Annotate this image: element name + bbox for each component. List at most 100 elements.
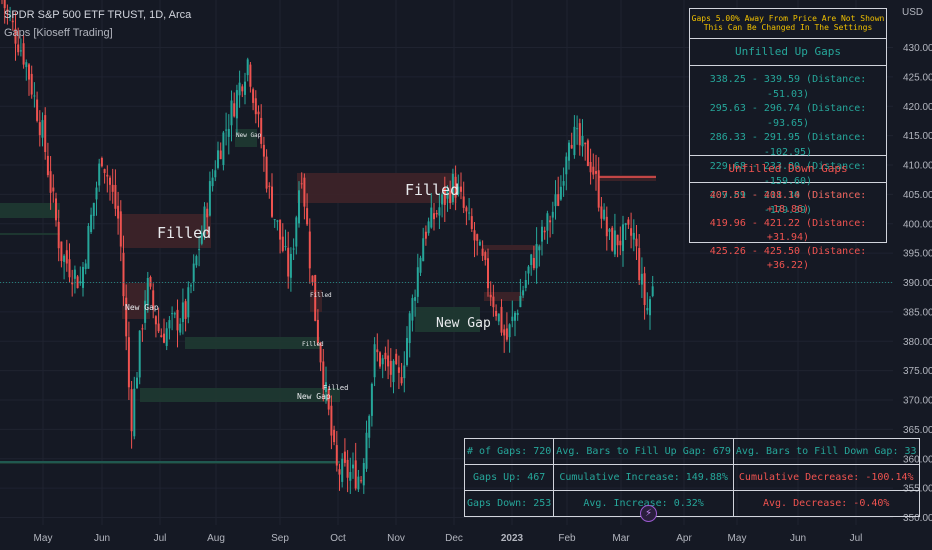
candle-body bbox=[241, 86, 244, 92]
candle-body bbox=[190, 285, 192, 287]
y-tick-label: 405.00 bbox=[903, 190, 932, 201]
candle-body bbox=[184, 301, 187, 319]
candle-body bbox=[87, 225, 90, 269]
y-tick-label: 365.00 bbox=[903, 425, 932, 436]
candle-body bbox=[395, 353, 398, 365]
candle-body bbox=[157, 323, 160, 332]
gap-zone-label: Filled bbox=[302, 341, 324, 348]
candle-body bbox=[624, 223, 627, 225]
candle-body bbox=[211, 177, 214, 187]
candle-body bbox=[427, 221, 430, 234]
candle-body bbox=[260, 117, 263, 144]
candle-body bbox=[287, 247, 290, 277]
x-tick-label: Jul bbox=[154, 533, 167, 544]
candle-body bbox=[219, 150, 222, 160]
candle-body bbox=[25, 62, 28, 68]
candle-body bbox=[408, 313, 411, 344]
x-tick-label: Sep bbox=[271, 533, 289, 544]
candle-body bbox=[646, 308, 649, 311]
gap-zone-labels: FilledFilledNew GapNew GapNew GapNew Gap… bbox=[125, 132, 491, 401]
candle-body bbox=[368, 416, 371, 438]
candle-body bbox=[554, 194, 557, 207]
candle-body bbox=[559, 186, 562, 200]
x-tick-label: Dec bbox=[445, 533, 463, 544]
candle-body bbox=[333, 429, 336, 443]
candle-body bbox=[168, 320, 171, 329]
candle-body bbox=[497, 313, 500, 322]
candle-body bbox=[586, 140, 589, 166]
candle-body bbox=[419, 257, 422, 273]
candle-body bbox=[470, 216, 473, 229]
unfilled-gaps-panel: Gaps 5.00% Away From Price Are Not Shown… bbox=[689, 8, 887, 271]
y-tick-label: 420.00 bbox=[903, 102, 932, 113]
candle-body bbox=[46, 155, 49, 176]
gap-zone bbox=[598, 175, 656, 181]
candle-body bbox=[503, 329, 506, 336]
candle-body bbox=[222, 132, 225, 166]
candle-body bbox=[41, 120, 44, 138]
candle-body bbox=[181, 302, 184, 323]
candle-body bbox=[549, 220, 552, 223]
candle-body bbox=[613, 230, 616, 255]
candle-body bbox=[508, 324, 511, 338]
candle-body bbox=[160, 335, 163, 337]
y-tick-label: 395.00 bbox=[903, 249, 932, 260]
x-tick-label: Jun bbox=[790, 533, 806, 544]
candle-body bbox=[478, 241, 481, 246]
candle-body bbox=[173, 313, 176, 315]
candle-body bbox=[346, 459, 349, 478]
candle-body bbox=[505, 328, 508, 340]
candle-body bbox=[603, 209, 606, 220]
candle-body bbox=[500, 306, 503, 333]
candle-body bbox=[600, 206, 603, 219]
candle-body bbox=[225, 129, 228, 131]
stat-total-gaps: # of Gaps: 720 bbox=[463, 438, 555, 465]
candle-body bbox=[106, 174, 109, 177]
candle-body bbox=[460, 186, 462, 192]
lightning-icon[interactable]: ⚡ bbox=[640, 505, 657, 522]
candle-body bbox=[514, 312, 516, 321]
gap-zone-label: New Gap bbox=[297, 392, 331, 401]
gap-zone-label: Filled bbox=[323, 384, 348, 392]
candle-body bbox=[227, 128, 230, 137]
candle-body bbox=[208, 181, 211, 216]
candle-body bbox=[489, 294, 492, 298]
y-tick-label: 425.00 bbox=[903, 72, 932, 83]
candle-body bbox=[262, 144, 265, 157]
candle-body bbox=[516, 313, 519, 315]
candle-body bbox=[281, 236, 284, 251]
x-tick-label: Feb bbox=[558, 533, 576, 544]
candle-body bbox=[154, 316, 157, 325]
candle-body bbox=[611, 227, 614, 251]
candle-body bbox=[30, 73, 33, 95]
candle-body bbox=[595, 171, 597, 174]
candle-body bbox=[530, 254, 533, 266]
candle-body bbox=[117, 205, 120, 219]
candle-body bbox=[352, 464, 354, 469]
stat-avg-bars-up: Avg. Bars to Fill Up Gap: 679 bbox=[553, 438, 734, 465]
candle-body bbox=[476, 234, 479, 241]
candle-body bbox=[589, 161, 592, 173]
y-tick-label: 415.00 bbox=[903, 131, 932, 142]
candle-body bbox=[265, 156, 268, 189]
candle-body bbox=[127, 337, 130, 388]
down-gaps-list: 407.51 - 408.14 (Distance: +18.86) 419.9… bbox=[690, 183, 886, 273]
candle-body bbox=[235, 90, 238, 119]
candle-body bbox=[300, 183, 303, 185]
time-axis: May Jun Jul Aug Sep Oct Nov Dec 2023 Feb Mar Apr May… bbox=[34, 533, 863, 544]
candle-body bbox=[252, 89, 255, 103]
candle-body bbox=[138, 330, 141, 378]
indicator-title[interactable]: Gaps [Kioseff Trading] bbox=[4, 27, 113, 39]
symbol-title[interactable]: SPDR S&P 500 ETF TRUST, 1D, Arca bbox=[4, 9, 191, 21]
candle-body bbox=[217, 150, 219, 168]
candle-body bbox=[651, 286, 654, 297]
candle-body bbox=[370, 383, 373, 416]
y-tick-label: 430.00 bbox=[903, 43, 932, 54]
candle-body bbox=[254, 98, 257, 115]
candle-body bbox=[649, 299, 651, 316]
gap-zone bbox=[482, 245, 542, 250]
candle-body bbox=[495, 310, 498, 317]
candle-body bbox=[28, 64, 30, 80]
candle-body bbox=[403, 365, 406, 379]
y-tick-label: 385.00 bbox=[903, 307, 932, 318]
